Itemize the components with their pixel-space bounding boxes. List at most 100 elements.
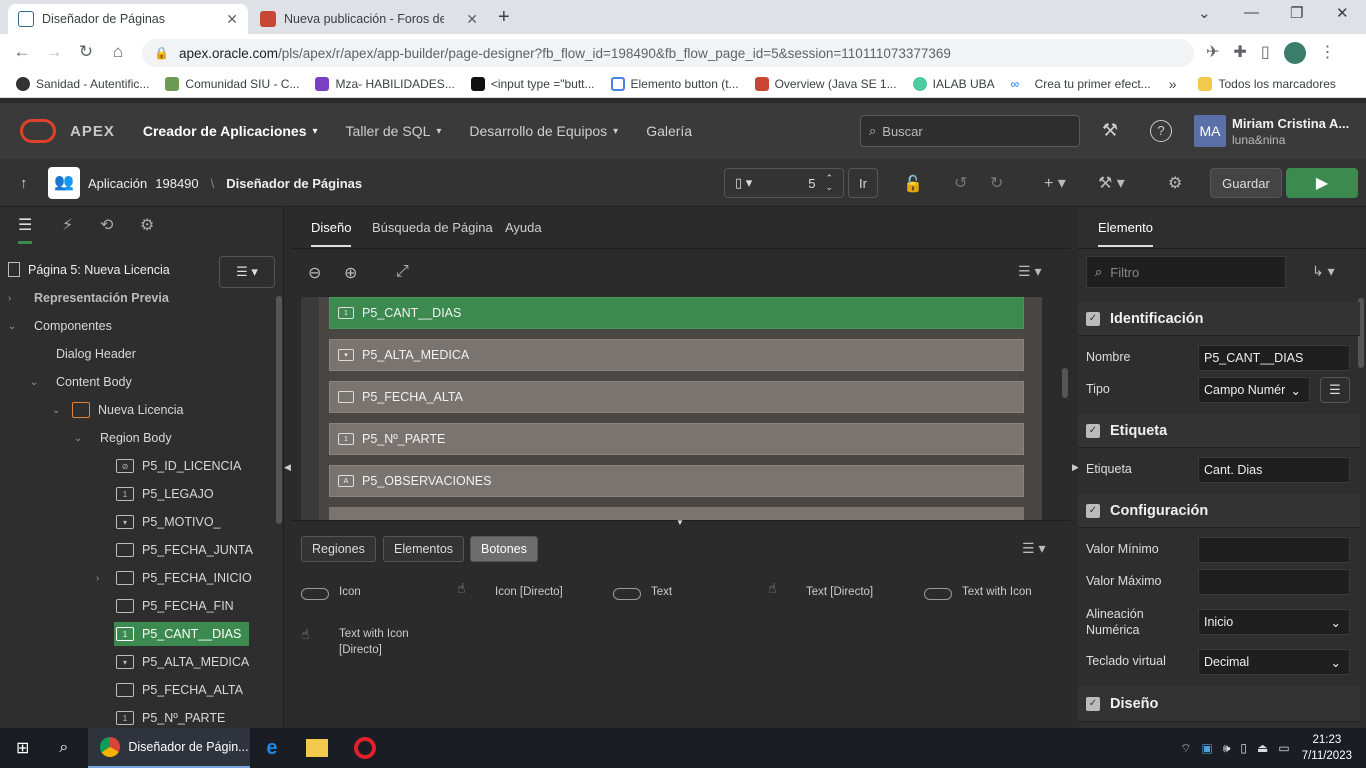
gallery-tab-regions[interactable]: Regiones [301, 536, 376, 562]
section-identification[interactable]: ✓ Identificación [1078, 302, 1360, 336]
layout-menu-icon[interactable]: ☰ ▾ [1018, 263, 1041, 280]
dynamic-actions-tab-icon[interactable]: ⚡ [62, 215, 73, 235]
section-layout[interactable]: ✓ Diseño [1078, 686, 1360, 722]
menu-sql-workshop[interactable]: Taller de SQL ▾ [346, 123, 442, 139]
tree-item[interactable]: ⊘ P5_ID_LICENCIA [116, 452, 241, 480]
bookmark[interactable]: ∞ Crea tu primer efect... [1003, 77, 1159, 91]
list-values-button[interactable]: ☰ [1320, 377, 1350, 403]
opera-icon[interactable] [353, 737, 376, 759]
max-value-field[interactable] [1198, 569, 1350, 595]
maximize-icon[interactable]: ❐ [1290, 4, 1303, 22]
canvas-scrollbar[interactable] [1062, 368, 1068, 398]
browser-tab-active[interactable]: Diseñador de Páginas ✕ [8, 4, 248, 34]
tree-node-region[interactable]: ⌄ Nueva Licencia [52, 396, 183, 424]
tree-node-preview[interactable]: › Representación Previa [8, 284, 169, 312]
page-number-field[interactable]: 5 [808, 176, 815, 191]
min-value-field[interactable] [1198, 537, 1350, 563]
user-name[interactable]: Miriam Cristina A... [1232, 116, 1349, 131]
gallery-item[interactable]: ☝ Text [Directo] [768, 580, 873, 598]
gallery-tab-items[interactable]: Elementos [383, 536, 465, 562]
network-icon[interactable]: ⌔ [1180, 741, 1191, 756]
menu-app-builder[interactable]: Creador de Aplicaciones ▾ [143, 123, 318, 139]
layout-item[interactable]: ▾ P5_ALTA_MEDICA [329, 339, 1024, 371]
rendering-tab-icon[interactable]: ☰ [18, 215, 33, 244]
arrow-up-icon[interactable]: ↑ [20, 175, 28, 192]
bookmark[interactable]: IALAB UBA [905, 76, 1003, 91]
language-icon[interactable]: ▭ [1278, 741, 1289, 756]
tree-node-content-body[interactable]: ⌄ Content Body [30, 368, 132, 396]
run-page-button[interactable]: ▶ [1286, 168, 1358, 198]
bookmark[interactable]: Mza- HABILIDADES... [307, 76, 462, 91]
apex-search-input[interactable]: ⌕ Buscar [860, 115, 1080, 147]
tab-search-icon[interactable]: ⌄ [1198, 4, 1211, 22]
layout-item[interactable]: 1 P5_Nº_PARTE [329, 423, 1024, 455]
breadcrumb-app-label[interactable]: Aplicación [88, 176, 147, 191]
section-label[interactable]: ✓ Etiqueta [1078, 414, 1360, 448]
file-explorer-icon[interactable] [305, 739, 328, 757]
help-icon[interactable]: ? [1150, 120, 1172, 142]
search-icon[interactable]: ⌕ [59, 739, 68, 757]
tree-menu-button[interactable]: ☰ ▾ [219, 256, 275, 288]
tab-layout[interactable]: Diseño [311, 220, 352, 247]
page-selector[interactable]: ▯ ▾ 5 ⌃ ⌄ [724, 168, 844, 198]
gallery-item[interactable]: Text with Icon [924, 586, 1032, 600]
home-icon[interactable]: ⌂ [102, 42, 134, 62]
tree-item[interactable]: ▾ P5_MOTIVO_ [116, 508, 221, 536]
avatar[interactable]: MA [1194, 115, 1226, 147]
tree-node-dialog-header[interactable]: Dialog Header [56, 340, 136, 368]
app-icon[interactable]: 👥 [48, 167, 80, 199]
tab-page-search[interactable]: Búsqueda de Página [372, 220, 493, 235]
minimize-icon[interactable]: — [1244, 4, 1259, 21]
battery-icon[interactable]: ▯ [1240, 741, 1247, 756]
gallery-item[interactable]: Icon [301, 586, 361, 600]
gallery-item[interactable]: Text [613, 586, 672, 600]
close-tab-icon[interactable]: ✕ [466, 11, 478, 28]
bookmark[interactable]: Sanidad - Autentific... [8, 76, 157, 91]
volume-icon[interactable]: 🕪 [1223, 741, 1231, 756]
close-window-icon[interactable]: ✕ [1336, 4, 1349, 22]
save-button[interactable]: Guardar [1210, 168, 1282, 198]
hardware-icon[interactable]: ⏏ [1257, 741, 1268, 756]
taskbar-chrome[interactable]: Diseñador de Págin... [88, 728, 251, 768]
layout-item[interactable]: P5_FECHA_ALTA [329, 381, 1024, 413]
name-field[interactable]: P5_CANT__DIAS [1198, 345, 1350, 371]
breadcrumb-app-id[interactable]: 198490 [155, 176, 198, 191]
type-select[interactable]: Campo Numér ⌄ [1198, 377, 1310, 403]
profile-icon[interactable] [1283, 42, 1306, 64]
zoom-out-icon[interactable]: ⊖ [308, 263, 321, 283]
menu-gallery[interactable]: Galería [646, 123, 692, 139]
url-input[interactable]: 🔒 apex.oracle.com/pls/apex/r/apex/app-bu… [142, 39, 1194, 67]
tree-item[interactable]: P5_FECHA_JUNTA [116, 536, 253, 564]
splitter-handle-icon[interactable]: ▼ [676, 518, 684, 527]
new-tab-icon[interactable]: + [498, 6, 510, 29]
menu-team-dev[interactable]: Desarrollo de Equipos ▾ [469, 123, 618, 139]
puzzle-icon[interactable]: ✚ [1233, 42, 1246, 64]
virtual-keyboard-select[interactable]: Decimal ⌄ [1198, 649, 1350, 675]
stepper-icon[interactable]: ⌃ ⌄ [825, 174, 833, 192]
bookmark[interactable]: Overview (Java SE 1... [747, 76, 905, 91]
shared-components-icon[interactable]: ⚙ [1168, 173, 1182, 193]
tree-item[interactable]: ▾ P5_ALTA_MEDICA [116, 648, 249, 676]
create-menu-icon[interactable]: + ▾ [1044, 173, 1066, 193]
layout-item[interactable]: A P5_OBSERVACIONES [329, 465, 1024, 497]
back-icon[interactable]: ← [6, 42, 38, 62]
bookmark[interactable]: Comunidad SIU - C... [157, 76, 307, 91]
go-to-group-icon[interactable]: ↳ ▾ [1312, 263, 1335, 280]
shared-tab-icon[interactable]: ⚙ [140, 215, 154, 235]
tree-node-components[interactable]: ⌄ Componentes [8, 312, 112, 340]
undo-icon[interactable]: ↺ [954, 173, 967, 193]
go-button[interactable]: Ir [848, 168, 878, 198]
windows-start-icon[interactable]: ⊞ [16, 738, 29, 758]
apex-logo-icon[interactable] [20, 119, 56, 143]
tree-item[interactable]: 1 P5_LEGAJO [116, 480, 214, 508]
tree-item[interactable]: P5_FECHA_FIN [116, 592, 234, 620]
extension-icon[interactable]: ✈ [1206, 42, 1219, 64]
lock-page-icon[interactable]: 🔓 [903, 174, 923, 194]
zoom-in-icon[interactable]: ⊕ [344, 263, 357, 283]
alignment-select[interactable]: Inicio ⌄ [1198, 609, 1350, 635]
sidepanel-icon[interactable]: ▯ [1261, 42, 1270, 64]
collapse-left-icon[interactable]: ◀ [284, 462, 291, 473]
gallery-menu-icon[interactable]: ☰ ▾ [1022, 540, 1045, 557]
left-scrollbar[interactable] [276, 296, 282, 524]
admin-tools-icon[interactable]: ⚒ [1102, 120, 1118, 141]
